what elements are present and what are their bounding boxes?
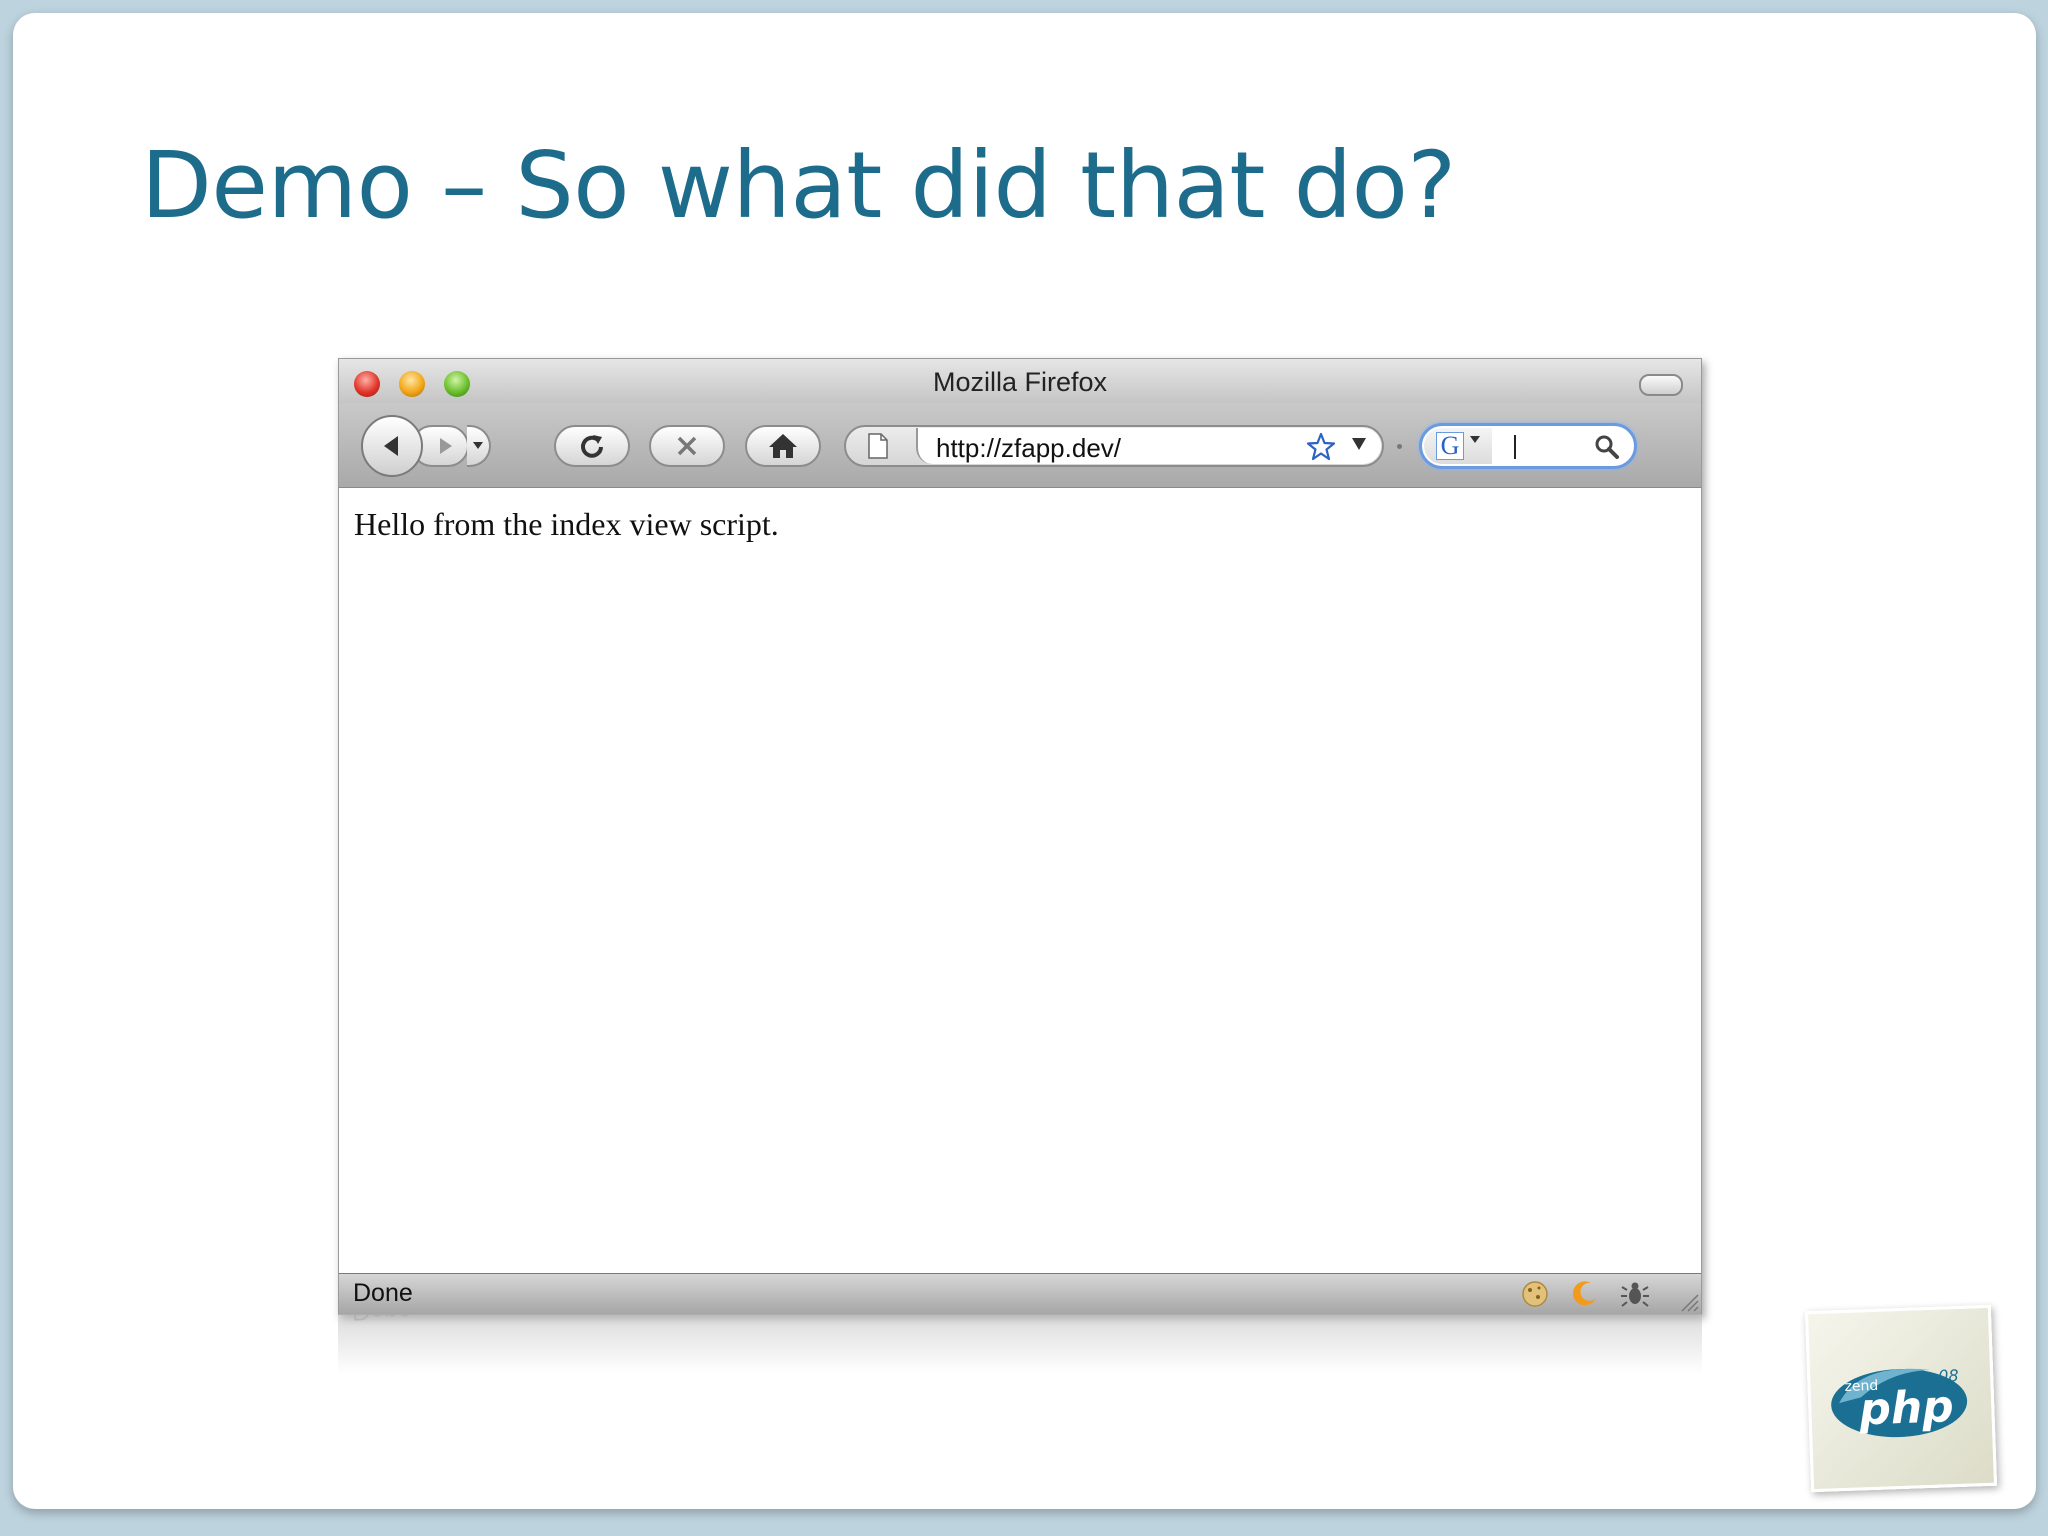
- window-title: Mozilla Firefox: [932, 367, 1108, 397]
- search-icon[interactable]: [1594, 434, 1620, 460]
- search-bar[interactable]: G: [1419, 423, 1637, 469]
- reload-button[interactable]: [554, 425, 630, 467]
- navigation-toolbar: http://zfapp.dev/ G: [339, 403, 1701, 488]
- back-button[interactable]: [361, 415, 423, 477]
- home-button[interactable]: [745, 425, 821, 467]
- forward-icon: [440, 438, 452, 454]
- logo-php-text: php: [1857, 1381, 1954, 1435]
- chevron-down-icon: [1470, 436, 1480, 443]
- page-content: Hello from the index view script.: [339, 488, 1701, 1274]
- stop-icon: [677, 436, 697, 456]
- url-input[interactable]: http://zfapp.dev/: [916, 428, 1381, 464]
- search-engine-button[interactable]: G: [1424, 428, 1492, 464]
- url-dropdown-icon[interactable]: [1351, 437, 1367, 451]
- url-text: http://zfapp.dev/: [936, 433, 1122, 463]
- title-bar[interactable]: Mozilla Firefox: [339, 359, 1701, 403]
- status-reflection-text: Done: [352, 1314, 412, 1325]
- bug-icon[interactable]: [1619, 1278, 1651, 1310]
- page-text: Hello from the index view script.: [354, 506, 779, 542]
- slide: Demo – So what did that do? Mozilla Fire…: [13, 13, 2036, 1509]
- toolbar-toggle-button[interactable]: [1639, 374, 1683, 396]
- browser-window: Mozilla Firefox http://zfapp.dev/ G Hell…: [338, 358, 1702, 1315]
- url-bar[interactable]: http://zfapp.dev/: [844, 425, 1384, 467]
- php-logo-icon: zend php 08: [1831, 1366, 1968, 1438]
- zend-php-08-logo: zend php 08: [1804, 1304, 1998, 1493]
- resize-grip-icon[interactable]: [1677, 1290, 1699, 1312]
- logo-year-text: 08: [1938, 1366, 1959, 1386]
- moon-icon[interactable]: [1569, 1278, 1601, 1310]
- search-input[interactable]: [1514, 435, 1516, 459]
- cookie-icon[interactable]: [1519, 1278, 1551, 1310]
- google-engine-icon: G: [1436, 432, 1464, 460]
- window-reflection: Done: [338, 1314, 1702, 1374]
- chevron-down-icon: [473, 442, 483, 449]
- page-icon: [868, 433, 888, 459]
- reload-icon: [581, 435, 603, 458]
- home-icon: [769, 434, 797, 458]
- bookmark-star-icon[interactable]: [1305, 431, 1337, 463]
- back-icon: [384, 436, 398, 456]
- status-text: Done: [353, 1279, 413, 1307]
- stop-button[interactable]: [649, 425, 725, 467]
- toolbar-separator: [1397, 444, 1402, 449]
- slide-title: Demo – So what did that do?: [141, 132, 1456, 239]
- history-dropdown-button[interactable]: [467, 425, 491, 467]
- status-bar: Done: [339, 1273, 1701, 1314]
